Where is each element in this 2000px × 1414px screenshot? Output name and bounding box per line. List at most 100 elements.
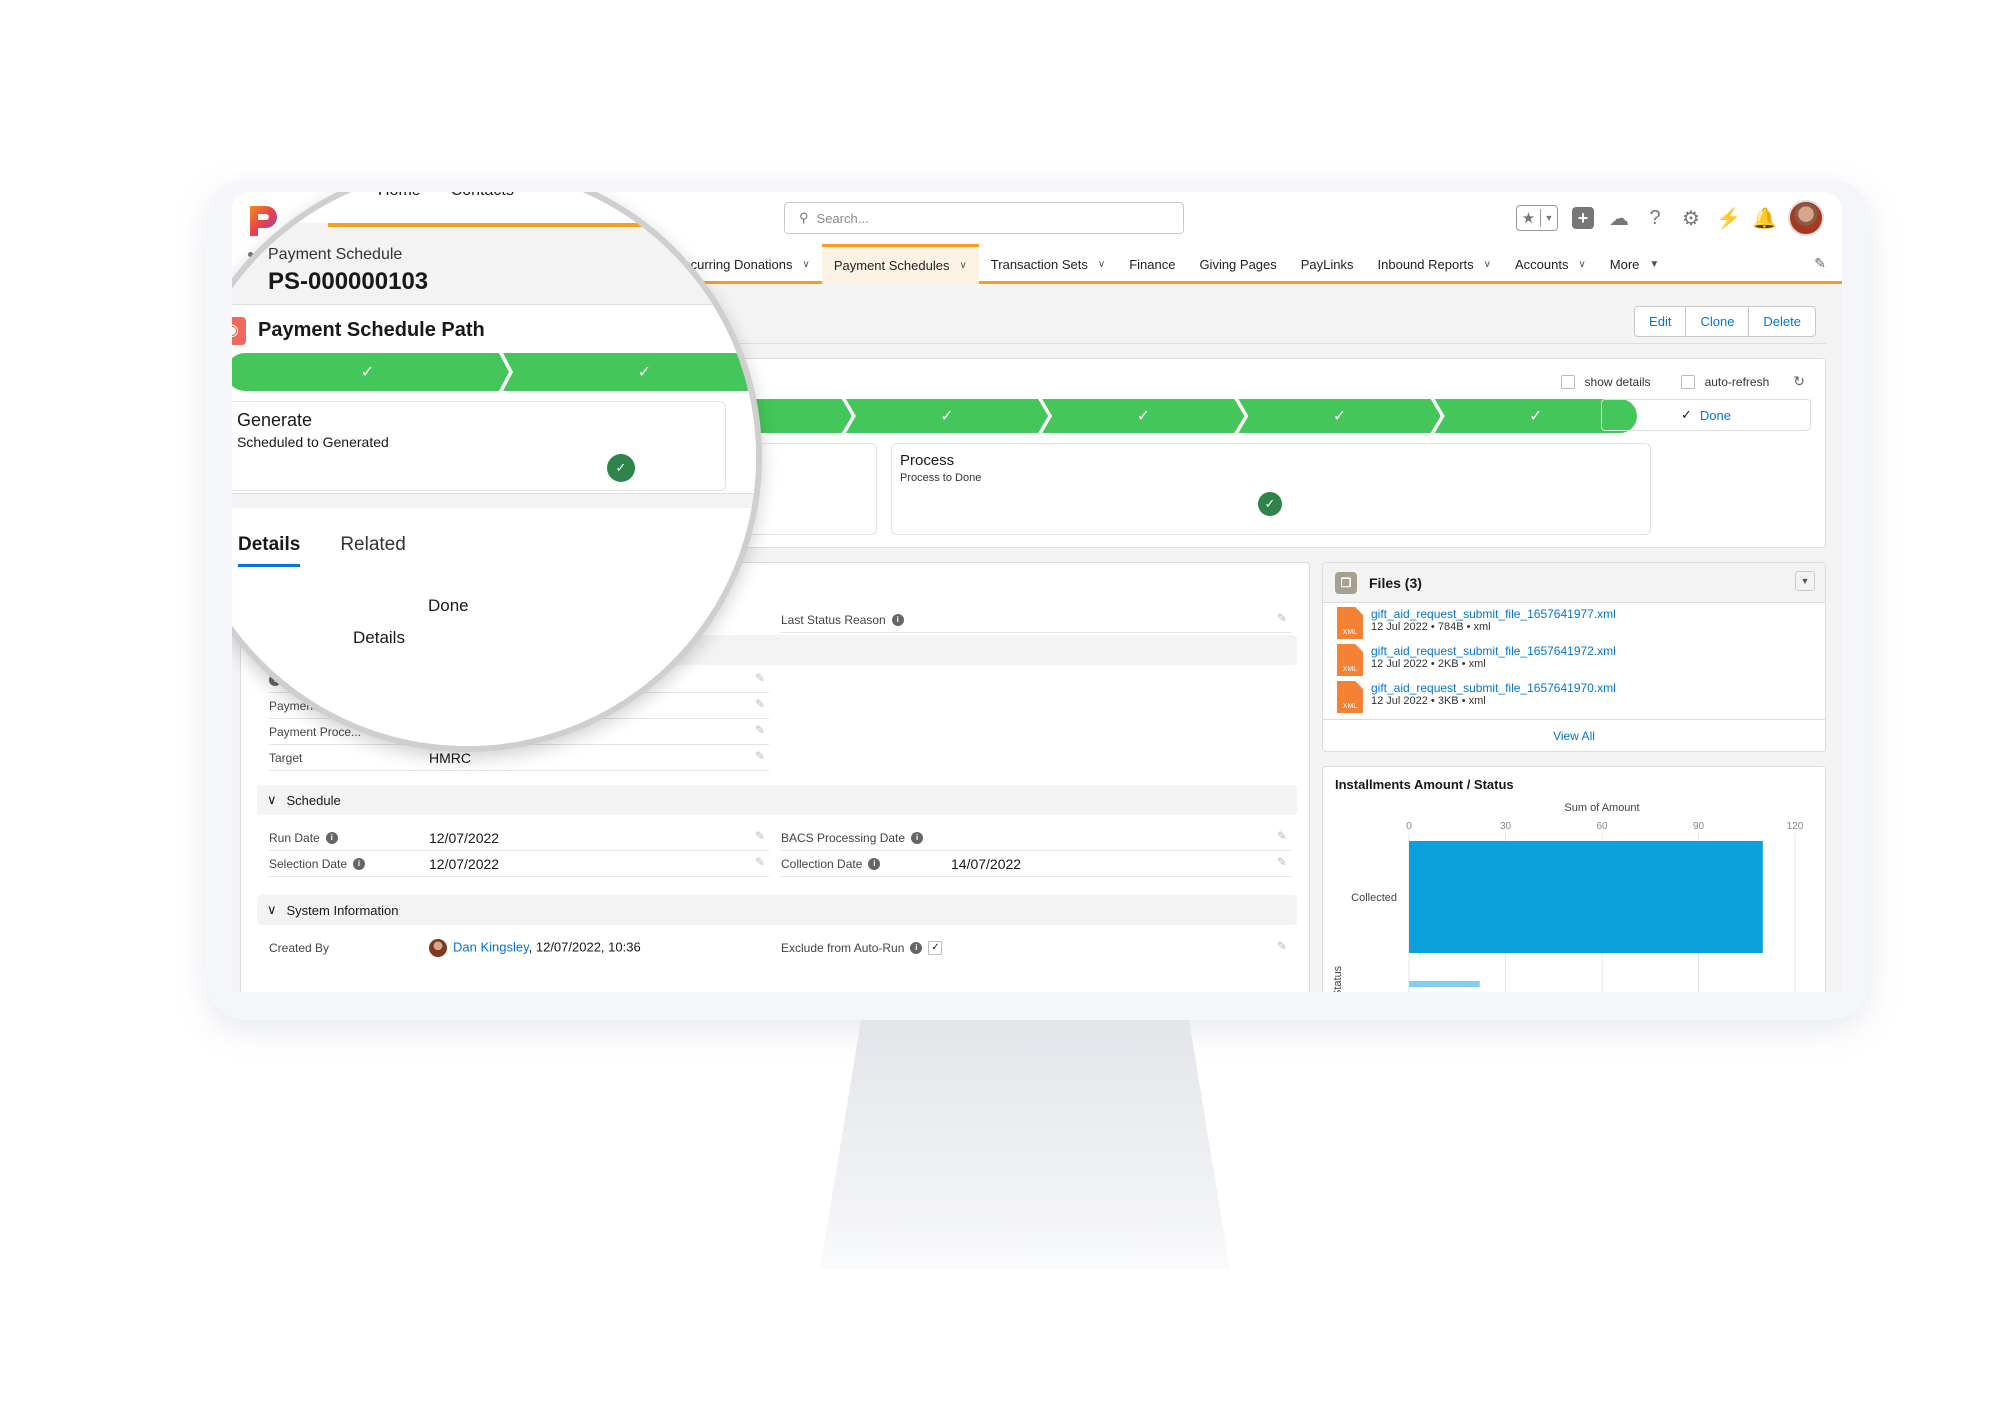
nav-item-finance[interactable]: Finance: [1117, 244, 1187, 284]
info-icon[interactable]: i: [911, 831, 924, 844]
nav-item-label: Finance: [1129, 256, 1176, 272]
chevron-down-icon[interactable]: ∨: [1098, 259, 1105, 270]
edit-pencil-icon[interactable]: ✎: [755, 749, 765, 763]
files-menu-dropdown-icon[interactable]: ▼: [1795, 571, 1815, 591]
add-icon[interactable]: +: [1572, 207, 1594, 229]
category-label: Collected: [1351, 892, 1397, 904]
lightning-icon[interactable]: ⚡: [1716, 206, 1741, 231]
path-segment[interactable]: ✓: [232, 353, 509, 391]
creator-link[interactable]: Dan Kingsley: [453, 939, 529, 954]
field-label: Selection Date i: [269, 857, 429, 871]
x-tick-label: 90: [1693, 821, 1705, 832]
show-details-checkbox[interactable]: [1560, 374, 1575, 389]
chevron-down-icon[interactable]: ∨: [803, 259, 810, 270]
caret-down-icon[interactable]: ▼: [1649, 259, 1659, 270]
chevron-down-icon[interactable]: ∨: [1578, 259, 1585, 270]
magnified-details: Details Related Done Details: [232, 508, 756, 746]
nav-item-accounts[interactable]: Accounts ∨: [1503, 244, 1598, 284]
exclude-checkbox: ✓: [928, 941, 943, 955]
nav-item-payment-schedules[interactable]: Payment Schedules ∨: [821, 244, 979, 284]
x-tick-label: 60: [1596, 821, 1608, 832]
nav-item-label: Transaction Sets: [990, 256, 1088, 272]
stage-box-process: Process Process to Done ✓: [891, 443, 1651, 535]
user-avatar[interactable]: [1788, 200, 1824, 236]
info-icon[interactable]: i: [910, 942, 923, 954]
nav-item-inbound-reports[interactable]: Inbound Reports ∨: [1366, 244, 1503, 284]
tab-related[interactable]: Related: [340, 534, 406, 567]
edit-pencil-icon[interactable]: ✎: [755, 671, 765, 685]
file-link[interactable]: gift_aid_request_submit_file_1657641972.…: [1371, 644, 1616, 658]
auto-refresh-checkbox[interactable]: [1680, 374, 1695, 389]
global-search-input[interactable]: ⚲ Search...: [784, 202, 1184, 234]
info-icon[interactable]: i: [353, 857, 366, 870]
field-label: Created By: [269, 941, 330, 955]
section-header-system-information[interactable]: ∨ System Information: [257, 895, 1297, 925]
favorites-button[interactable]: ★ ▼: [1516, 205, 1558, 231]
info-icon[interactable]: i: [325, 831, 338, 844]
stage-description: Scheduled to Generated: [237, 434, 389, 450]
section-header-schedule[interactable]: ∨ Schedule: [257, 785, 1297, 815]
view-all-files-link[interactable]: View All: [1323, 719, 1825, 751]
edit-nav-pencil-icon[interactable]: ✎: [1814, 255, 1826, 272]
installments-chart: Sum of Amount 0 30 60 90 120 Collected Status: [1332, 802, 1804, 992]
tab-details[interactable]: Details: [238, 534, 301, 567]
field-value: 12/07/2022: [429, 855, 500, 872]
edit-pencil-icon[interactable]: ✎: [755, 697, 765, 711]
trailhead-icon[interactable]: ☁: [1608, 206, 1630, 231]
nav-item-transaction-sets[interactable]: Transaction Sets ∨: [979, 244, 1117, 284]
file-meta: 12 Jul 2022 • 784B • xml: [1371, 621, 1491, 633]
delete-button[interactable]: Delete: [1749, 307, 1815, 336]
path-segment[interactable]: ✓: [503, 353, 756, 391]
chevron-down-icon[interactable]: ∨: [959, 260, 966, 271]
setup-gear-icon[interactable]: ⚙: [1680, 206, 1702, 231]
bar-collected: [1409, 841, 1763, 953]
chevron-down-icon: ∨: [267, 902, 277, 917]
nav-contacts[interactable]: Contacts: [451, 192, 514, 200]
file-meta: 12 Jul 2022 • 2KB • xml: [1371, 658, 1486, 670]
magnified-view: Home Contacts Payment Schedule PS-000000…: [232, 192, 756, 746]
info-icon[interactable]: i: [891, 613, 904, 626]
show-details-label: show details: [1584, 374, 1651, 389]
nav-item-label: Inbound Reports: [1377, 256, 1474, 272]
path-segment[interactable]: ✓: [846, 399, 1048, 433]
favorites-star-icon: ★: [1517, 209, 1541, 227]
xml-file-icon: XML: [1337, 607, 1363, 639]
file-link[interactable]: gift_aid_request_submit_file_1657641977.…: [1371, 607, 1616, 621]
clone-button[interactable]: Clone: [1686, 307, 1750, 336]
nav-item-paylinks[interactable]: PayLinks: [1289, 244, 1366, 284]
done-label: Done: [1699, 407, 1731, 423]
nav-home[interactable]: Home: [378, 192, 421, 200]
edit-pencil-icon[interactable]: ✎: [1277, 939, 1287, 953]
field-label: Target: [269, 750, 303, 765]
edit-pencil-icon[interactable]: ✎: [755, 829, 765, 843]
magnified-record-type: Payment Schedule: [268, 246, 403, 263]
nav-item-giving-pages[interactable]: Giving Pages: [1187, 244, 1288, 284]
edit-pencil-icon[interactable]: ✎: [755, 855, 765, 869]
help-icon[interactable]: ?: [1644, 207, 1666, 230]
field-exclude-from-auto-run: Exclude from Auto-Run i ✓ ✎: [781, 935, 1291, 961]
refresh-icon[interactable]: ↻: [1793, 373, 1805, 390]
stage-complete-check-icon: ✓: [607, 454, 635, 482]
path-segment[interactable]: ✓: [1238, 399, 1440, 433]
edit-button[interactable]: Edit: [1635, 307, 1687, 336]
field-last-status-reason: Last Status Reason i ✎: [781, 607, 1291, 633]
x-axis-label: Sum of Amount: [1564, 802, 1639, 814]
edit-pencil-icon[interactable]: ✎: [1277, 611, 1287, 625]
field-label: Collection Date i: [781, 857, 951, 871]
x-tick-label: 0: [1406, 821, 1412, 832]
nav-item-more[interactable]: More ▼: [1598, 244, 1672, 284]
edit-pencil-icon[interactable]: ✎: [755, 723, 765, 737]
path-segment[interactable]: ✓: [1042, 399, 1244, 433]
auto-refresh-label: auto-refresh: [1704, 374, 1770, 389]
notifications-bell-icon[interactable]: 🔔: [1752, 206, 1777, 231]
chevron-down-icon[interactable]: ∨: [1484, 259, 1491, 270]
files-title[interactable]: Files (3): [1369, 575, 1422, 591]
file-link[interactable]: gift_aid_request_submit_file_1657641970.…: [1371, 681, 1616, 695]
mark-done-button[interactable]: ✓ Done: [1601, 399, 1811, 431]
nav-item-label: Giving Pages: [1199, 256, 1277, 272]
edit-pencil-icon[interactable]: ✎: [1277, 855, 1287, 869]
edit-pencil-icon[interactable]: ✎: [1277, 829, 1287, 843]
x-tick-label: 120: [1787, 821, 1804, 832]
info-icon[interactable]: i: [868, 857, 881, 870]
field-value: 12/07/2022: [429, 829, 500, 846]
